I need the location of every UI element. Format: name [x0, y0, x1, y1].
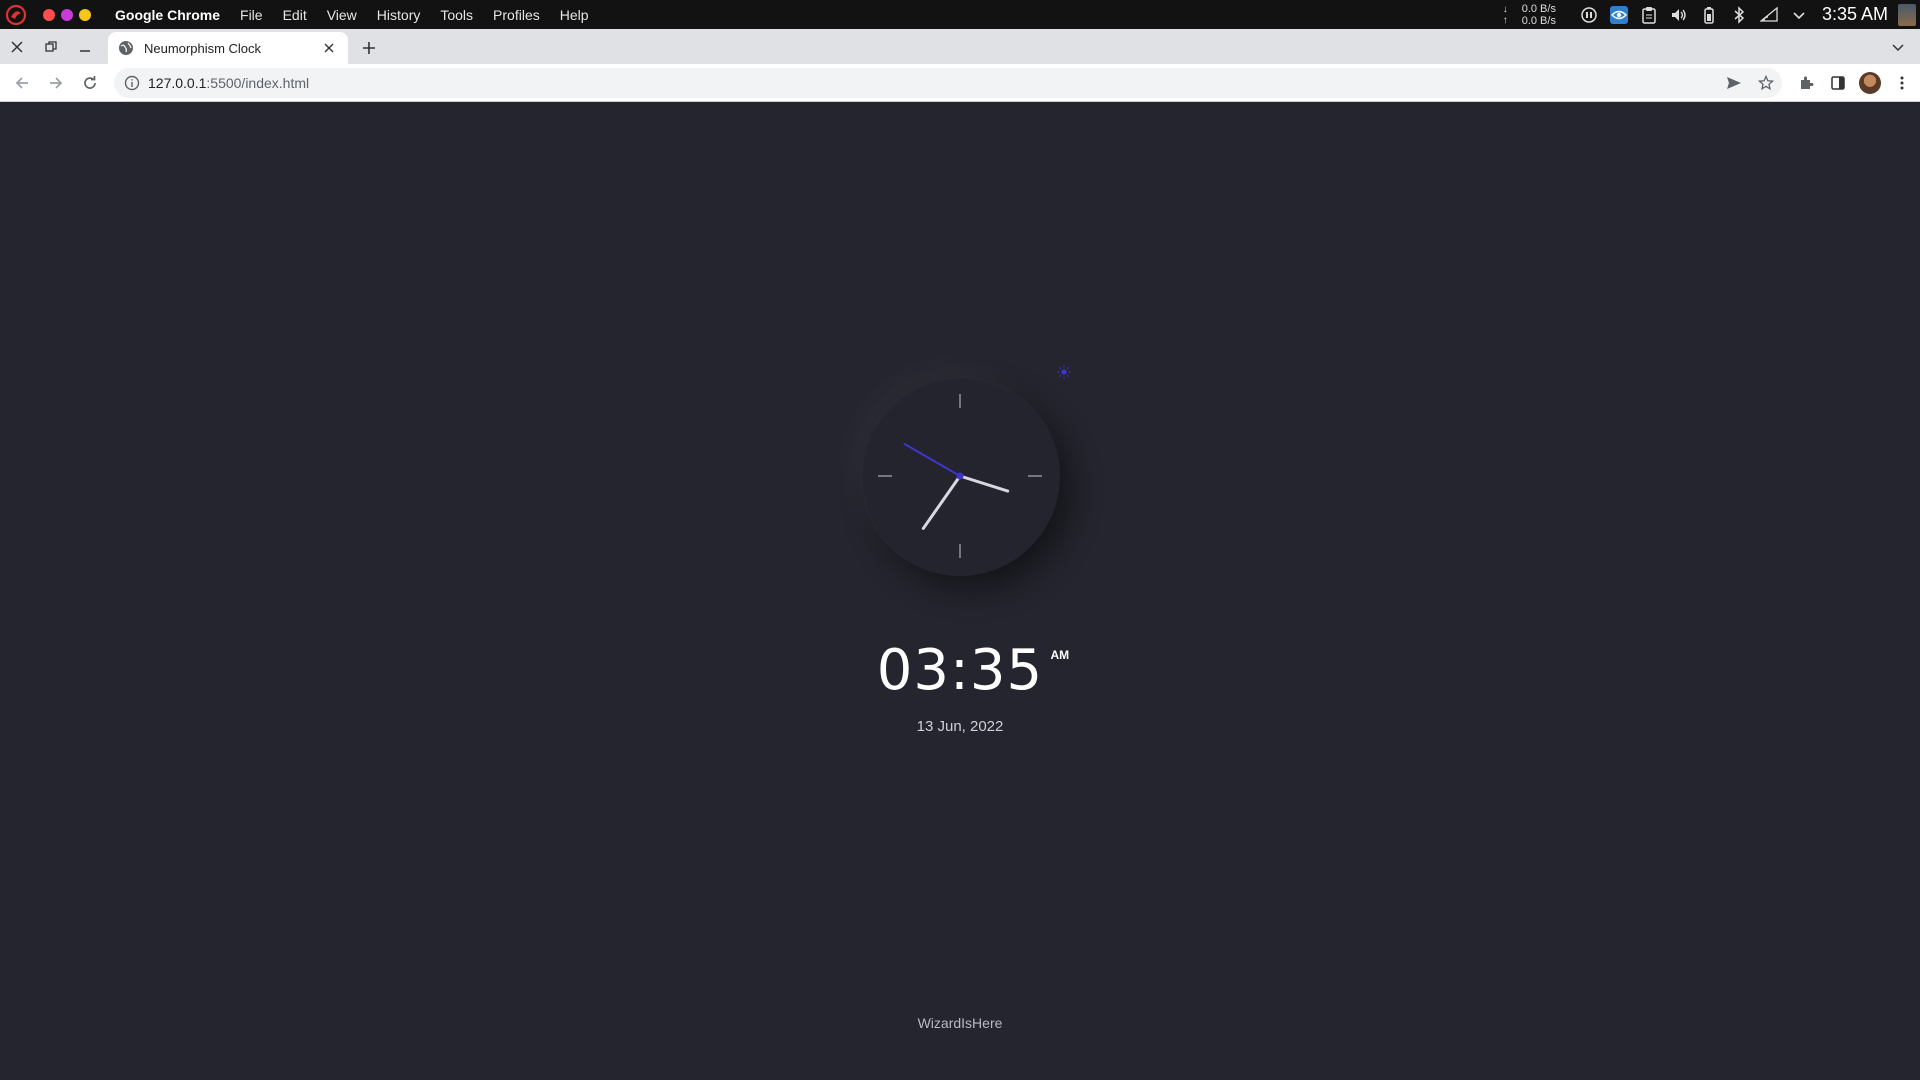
menu-edit[interactable]: Edit — [273, 7, 317, 23]
window-restore-button[interactable] — [34, 29, 68, 64]
reload-button[interactable] — [74, 67, 106, 99]
send-to-devices-button[interactable] — [1718, 68, 1750, 98]
battery-icon[interactable] — [1694, 0, 1724, 29]
bookmark-button[interactable] — [1750, 68, 1782, 98]
window-close-button[interactable] — [0, 29, 34, 64]
upload-arrow-icon: ↑ — [1502, 14, 1508, 26]
download-arrow-icon: ↓ — [1502, 3, 1508, 15]
reload-icon — [84, 75, 96, 89]
tab-close-button[interactable] — [320, 39, 338, 57]
eye-privacy-icon[interactable] — [1604, 0, 1634, 29]
profile-avatar — [1859, 71, 1881, 94]
new-tab-button[interactable] — [352, 32, 386, 64]
media-indicator-icon[interactable] — [1574, 0, 1604, 29]
wifi-icon[interactable] — [1754, 0, 1784, 29]
menu-file[interactable]: File — [230, 7, 273, 23]
app-name-menu[interactable]: Google Chrome — [103, 7, 230, 23]
user-avatar[interactable] — [1898, 3, 1916, 26]
back-button[interactable] — [6, 67, 38, 99]
chevron-down-icon — [1892, 43, 1904, 51]
kebab-menu-icon — [1900, 76, 1904, 89]
side-panel-icon — [1831, 75, 1845, 90]
url-text: 127.0.0.1:5500/index.html — [148, 75, 309, 91]
volume-icon[interactable] — [1664, 0, 1694, 29]
window-minimize-button[interactable] — [68, 29, 102, 64]
app-menu-bar: Google Chrome File Edit View History Too… — [103, 7, 599, 23]
hour-hand — [958, 474, 1010, 493]
address-bar[interactable]: 127.0.0.1:5500/index.html — [114, 67, 1782, 98]
plus-icon — [363, 42, 375, 54]
tab-search-button[interactable] — [1886, 29, 1910, 64]
system-tray: ↓ ↑ 0.0 B/s 0.0 B/s 3:35 AM — [1503, 0, 1920, 29]
side-panel-button[interactable] — [1822, 67, 1854, 99]
globe-icon — [119, 41, 133, 55]
close-icon — [11, 40, 23, 53]
menu-view[interactable]: View — [317, 7, 367, 23]
bluetooth-icon[interactable] — [1724, 0, 1754, 29]
system-clock[interactable]: 3:35 AM — [1822, 4, 1888, 25]
second-hand — [903, 443, 961, 477]
info-icon[interactable] — [124, 75, 140, 91]
digital-clock: 03:35 AM — [0, 638, 1920, 703]
upload-speed: 0.0 B/s — [1521, 14, 1556, 27]
date-label: 13 Jun, 2022 — [916, 718, 1004, 735]
chrome-menu-button[interactable] — [1886, 67, 1918, 99]
minimize-icon — [80, 49, 90, 52]
traffic-maximize-dot[interactable] — [79, 8, 91, 21]
restore-icon — [45, 40, 57, 52]
footer-credit: WizardIsHere — [917, 1015, 1003, 1031]
menu-help[interactable]: Help — [550, 7, 599, 23]
browser-tab-strip: Neumorphism Clock — [0, 29, 1920, 64]
clock-dial — [878, 394, 1042, 558]
am-pm-label: AM — [1050, 648, 1070, 662]
puzzle-icon — [1801, 76, 1814, 89]
url-host: 127.0.0.1 — [148, 74, 207, 91]
menu-history[interactable]: History — [367, 7, 431, 23]
digital-time: 03:35 — [876, 638, 1044, 703]
send-icon — [1727, 76, 1741, 89]
traffic-close-dot[interactable] — [43, 8, 55, 21]
chevron-down-icon[interactable] — [1784, 0, 1814, 29]
os-top-bar: Google Chrome File Edit View History Too… — [0, 0, 1920, 29]
extensions-button[interactable] — [1790, 67, 1822, 99]
clock-center-dot — [956, 472, 964, 480]
analog-clock — [860, 376, 1060, 576]
minute-hand — [921, 474, 962, 530]
menu-profiles[interactable]: Profiles — [483, 7, 550, 23]
star-icon — [1758, 74, 1774, 90]
tab-title: Neumorphism Clock — [144, 40, 262, 56]
sun-icon — [1057, 365, 1071, 379]
url-path: :5500/index.html — [206, 74, 310, 91]
distro-logo-icon[interactable] — [3, 2, 29, 28]
download-speed: 0.0 B/s — [1521, 2, 1556, 15]
browser-toolbar: 127.0.0.1:5500/index.html — [0, 64, 1920, 102]
network-speed-monitor: ↓ ↑ 0.0 B/s 0.0 B/s — [1503, 3, 1556, 27]
window-traffic-lights — [43, 8, 91, 21]
page-viewport: 03:35 AM 13 Jun, 2022 WizardIsHere — [0, 102, 1920, 1080]
browser-tab-active[interactable]: Neumorphism Clock — [108, 32, 348, 64]
arrow-left-icon — [15, 76, 28, 89]
arrow-right-icon — [50, 76, 63, 89]
traffic-minimize-dot[interactable] — [61, 8, 73, 21]
theme-toggle-button[interactable] — [1056, 364, 1072, 380]
profile-button[interactable] — [1854, 67, 1886, 99]
forward-button[interactable] — [40, 67, 72, 99]
clipboard-icon[interactable] — [1634, 0, 1664, 29]
menu-tools[interactable]: Tools — [430, 7, 483, 23]
close-icon — [324, 43, 334, 53]
